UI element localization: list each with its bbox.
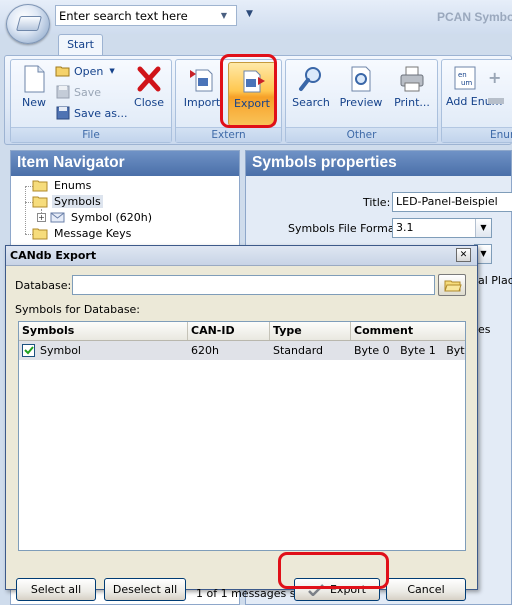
folder-open-icon [444,280,462,292]
remove-icon[interactable] [488,98,504,104]
add-enum-icon: en um [454,66,476,90]
navigator-title: Item Navigator [11,151,239,176]
search-button[interactable]: Search [289,64,333,109]
database-input[interactable] [72,275,435,295]
ribbon-group-file: New Open ▼ Save Save as... Close File [10,59,172,143]
add-icon[interactable]: + [488,68,501,87]
title-field[interactable]: LED-Panel-Beispiel [392,192,512,212]
import-button[interactable]: Import [181,64,223,109]
add-enum-button[interactable]: en um Add Enum [446,64,502,108]
app-menu-button[interactable] [6,4,50,44]
expand-icon[interactable]: + [37,213,46,222]
ribbon-group-other: Search Preview Print... Other [285,59,438,143]
table-row[interactable]: Symbol 620h Standard Byte 0 Byte 1 Byte … [19,341,465,360]
search-input[interactable] [56,6,216,25]
folder-icon [32,228,48,240]
format-select[interactable]: 3.1 ▼ [392,218,492,238]
title-label: Title: [363,196,391,209]
list-header: Symbols CAN-ID Type Comment [19,322,465,341]
select-all-button[interactable]: Select all [16,578,96,601]
symbols-for-database-label: Symbols for Database: [15,303,141,316]
app-title: PCAN Symbol [437,10,512,24]
dialog-close-button[interactable]: ✕ [456,248,471,262]
export-highlight-ring [278,552,389,589]
can-id-cell: 620h [191,344,219,357]
column-header[interactable]: Type [270,322,351,340]
format-label: Symbols File Format: [288,222,403,235]
column-header[interactable]: Symbols [19,322,188,340]
save-as-icon [56,106,70,120]
open-button[interactable]: Open ▼ [55,64,115,78]
save-icon [56,85,70,99]
column-header[interactable]: CAN-ID [188,322,270,340]
candb-export-dialog: CANdb Export ✕ Database: Symbols for Dat… [5,245,478,601]
envelope-icon [50,212,65,223]
close-button[interactable]: Close [131,64,167,109]
tree-line [25,186,26,234]
column-header[interactable]: Comment [351,322,465,340]
tree-item-symbols[interactable]: Symbols [32,195,103,208]
print-button[interactable]: Print... [389,64,435,109]
browse-button[interactable] [438,274,466,296]
database-label: Database: [15,279,72,292]
folder-open-icon [32,196,48,208]
dialog-title-bar: CANdb Export ✕ [6,246,477,266]
app-logo-icon [15,16,43,31]
tab-start[interactable]: Start [58,34,103,56]
folder-open-icon [55,66,70,77]
quick-access-dropdown-icon[interactable]: ▼ [246,9,253,19]
properties-title: Symbols properties [246,151,511,176]
symbols-list[interactable]: Symbols CAN-ID Type Comment Symbol 620h … [18,321,466,551]
new-document-icon [24,65,45,93]
chevron-down-icon: ▼ [109,67,115,75]
close-icon [137,66,161,92]
property-partial-label: es [478,323,491,336]
ribbon-group-enum: en um Add Enum + Enum [441,59,512,143]
symbol-checkbox[interactable] [22,344,35,358]
folder-icon [32,180,48,192]
printer-icon [400,66,424,92]
preview-icon [351,66,371,92]
search-icon [299,67,321,91]
import-icon [190,69,213,92]
chevron-down-icon: ▼ [475,219,491,237]
search-box[interactable]: ▼ [55,5,237,26]
symbol-cell: Symbol [19,344,188,358]
svg-text:um: um [461,79,472,87]
cancel-button[interactable]: Cancel [386,578,466,601]
tree-item-message-keys[interactable]: Message Keys [32,227,133,240]
property-partial-label: al Place [478,274,512,287]
save-as-button[interactable]: Save as... [55,106,127,120]
deselect-all-button[interactable]: Deselect all [104,578,186,601]
tree-item-enums[interactable]: Enums [32,179,93,192]
save-button[interactable]: Save [55,85,101,99]
svg-text:en: en [458,71,467,79]
preview-button[interactable]: Preview [336,64,386,109]
type-cell: Standard [273,344,324,357]
tree-item-symbol-620h[interactable]: + Symbol (620h) [37,211,154,224]
comment-cell: Byte 0 Byte 1 Byte 2 [354,344,465,357]
checkmark-icon [23,346,34,355]
chevron-down-icon[interactable]: ▼ [216,11,232,20]
new-button[interactable]: New [17,64,51,109]
export-highlight-ring [220,54,277,128]
